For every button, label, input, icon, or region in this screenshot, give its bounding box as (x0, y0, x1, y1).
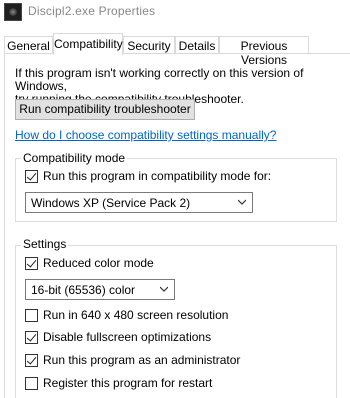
reduced-color-row[interactable]: Reduced color mode (25, 257, 225, 271)
os-version-select[interactable]: Windows XP (Service Pack 2) (25, 192, 253, 213)
compat-settings-help-link[interactable]: How do I choose compatibility settings m… (15, 128, 276, 142)
compat-mode-row[interactable]: Run this program in compatibility mode f… (25, 170, 305, 184)
tab-strip: General Compatibility Security Details P… (4, 33, 350, 67)
color-depth-value: 16-bit (65536) color (31, 283, 136, 297)
run-640-row[interactable]: Run in 640 x 480 screen resolution (25, 309, 285, 323)
compat-mode-checkbox-label: Run this program in compatibility mode f… (43, 169, 272, 183)
register-restart-checkbox[interactable] (25, 377, 38, 390)
panel-border (4, 53, 5, 398)
reduced-color-checkbox[interactable] (25, 257, 38, 270)
tab-previous-versions[interactable]: Previous Versions (219, 36, 309, 67)
compat-mode-checkbox[interactable] (25, 170, 38, 183)
register-restart-label: Register this program for restart (43, 376, 213, 390)
disable-fullscreen-row[interactable]: Disable fullscreen optimizations (25, 331, 285, 345)
run-admin-label: Run this program as an administrator (43, 353, 241, 367)
chevron-down-icon (238, 199, 246, 205)
reduced-color-label: Reduced color mode (43, 256, 154, 270)
window-title: Discipl2.exe Properties (28, 4, 156, 18)
run-640-checkbox[interactable] (25, 309, 38, 322)
run-admin-row[interactable]: Run this program as an administrator (25, 354, 285, 368)
run-640-label: Run in 640 x 480 screen resolution (43, 308, 229, 322)
settings-group-label: Settings (21, 237, 69, 251)
chevron-down-icon (160, 286, 168, 292)
tab-details[interactable]: Details (175, 36, 219, 54)
app-icon[interactable] (4, 3, 22, 21)
run-admin-checkbox[interactable] (25, 354, 38, 367)
disable-fullscreen-checkbox[interactable] (25, 331, 38, 344)
intro-line-1: If this program isn't working correctly … (15, 66, 304, 93)
title-bar: Discipl2.exe Properties (0, 0, 350, 30)
color-depth-select[interactable]: 16-bit (65536) color (25, 279, 175, 300)
disable-fullscreen-label: Disable fullscreen optimizations (43, 330, 212, 344)
tab-general[interactable]: General (4, 36, 53, 54)
register-restart-row[interactable]: Register this program for restart (25, 377, 285, 391)
run-troubleshooter-button[interactable]: Run compatibility troubleshooter (15, 99, 195, 120)
compat-mode-group-label: Compatibility mode (21, 151, 128, 165)
os-version-value: Windows XP (Service Pack 2) (31, 196, 191, 210)
tab-compatibility[interactable]: Compatibility (53, 33, 123, 55)
tab-security[interactable]: Security (123, 36, 175, 54)
